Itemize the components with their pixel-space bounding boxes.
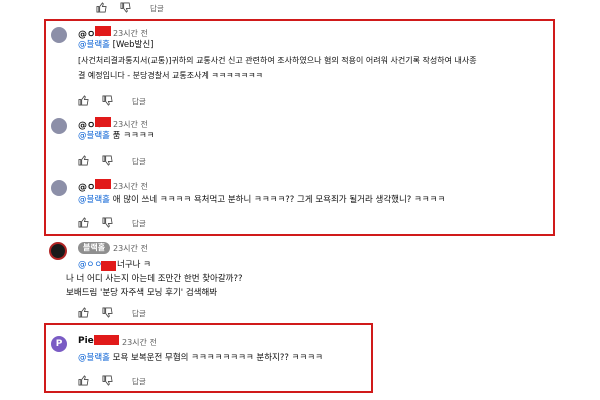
thumbs-down-icon[interactable]	[102, 375, 114, 387]
thumbs-down-icon[interactable]	[102, 155, 114, 167]
comment-text: @블랙홀 품 ㅋㅋㅋㅋ	[78, 131, 155, 141]
reply-button[interactable]: 답글	[132, 376, 146, 387]
comment-text: @블랙홀 모욕 보복운전 무혐의 ㅋㅋㅋㅋㅋㅋㅋㅋ 분하지?? ㅋㅋㅋㅋ	[78, 353, 323, 363]
comment-text-line: [사건처리결과통지서(교통)]귀하의 교통사건 신고 관련하여 조사하였으나 혐…	[78, 56, 477, 65]
comment-author[interactable]: 블랙홀	[78, 242, 111, 254]
avatar	[51, 180, 67, 196]
reply-button[interactable]: 답글	[132, 218, 146, 229]
comment-actions: 답글	[78, 95, 146, 107]
comment-actions: 답글	[96, 2, 164, 14]
comment-text: @ㅇㅇ	[78, 258, 102, 273]
avatar	[51, 27, 67, 43]
avatar	[49, 242, 67, 260]
thumbs-up-icon[interactable]	[78, 217, 90, 229]
comment-actions: 답글	[78, 155, 146, 167]
thumbs-down-icon[interactable]	[102, 307, 114, 319]
redaction-box	[101, 261, 116, 271]
mention-link[interactable]: @블랙홀	[78, 195, 110, 205]
mention-link[interactable]: @블랙홀	[78, 40, 110, 50]
comment-actions: 답글	[78, 307, 146, 319]
mention-link[interactable]: @블랙홀	[78, 131, 110, 141]
redaction-box	[94, 335, 119, 345]
comment-text: @블랙홀 [Web발신]	[78, 40, 154, 50]
reply-button[interactable]: 답글	[150, 3, 164, 14]
reply-button[interactable]: 답글	[132, 96, 146, 107]
comment-timestamp[interactable]: 23시간 전	[122, 337, 157, 348]
avatar: P	[51, 336, 67, 352]
comment-text-line: 결 예정입니다 - 분당경찰서 교통조사계 ㅋㅋㅋㅋㅋㅋㅋ	[78, 71, 263, 80]
thumbs-up-icon[interactable]	[78, 375, 90, 387]
comment-text: @블랙홀 애 많이 쓰네 ㅋㅋㅋㅋ 욕처먹고 분하니 ㅋㅋㅋㅋ?? 그게 모욕죄…	[78, 195, 446, 205]
reply-button[interactable]: 답글	[132, 308, 146, 319]
mention-link[interactable]: @ㅇㅇ	[78, 260, 102, 270]
channel-owner-badge: 블랙홀	[78, 242, 111, 254]
comment-author[interactable]: Pie	[78, 336, 94, 346]
thumbs-up-icon[interactable]	[78, 155, 90, 167]
comment-text-line: 보배드림 '분당 자주색 모닝 후기' 검색해봐	[66, 288, 218, 298]
avatar	[51, 118, 67, 134]
reply-button[interactable]: 답글	[132, 156, 146, 167]
comment-text-line: 나 너 어디 사는지 아는데 조만간 한번 찾아갈까??	[66, 274, 243, 284]
mention-link[interactable]: @블랙홀	[78, 353, 110, 363]
thumbs-up-icon[interactable]	[78, 95, 90, 107]
comment-actions: 답글	[78, 375, 146, 387]
thumbs-up-icon[interactable]	[96, 2, 108, 14]
comment-timestamp[interactable]: 23시간 전	[113, 181, 148, 192]
comment-text: 너구나 ㅋ	[117, 260, 151, 270]
redaction-box	[95, 179, 111, 189]
thumbs-down-icon[interactable]	[120, 2, 132, 14]
redaction-box	[95, 26, 111, 36]
redaction-box	[95, 117, 111, 127]
comment-actions: 답글	[78, 217, 146, 229]
thumbs-down-icon[interactable]	[102, 95, 114, 107]
comment-timestamp[interactable]: 23시간 전	[113, 243, 148, 254]
thumbs-up-icon[interactable]	[78, 307, 90, 319]
thumbs-down-icon[interactable]	[102, 217, 114, 229]
